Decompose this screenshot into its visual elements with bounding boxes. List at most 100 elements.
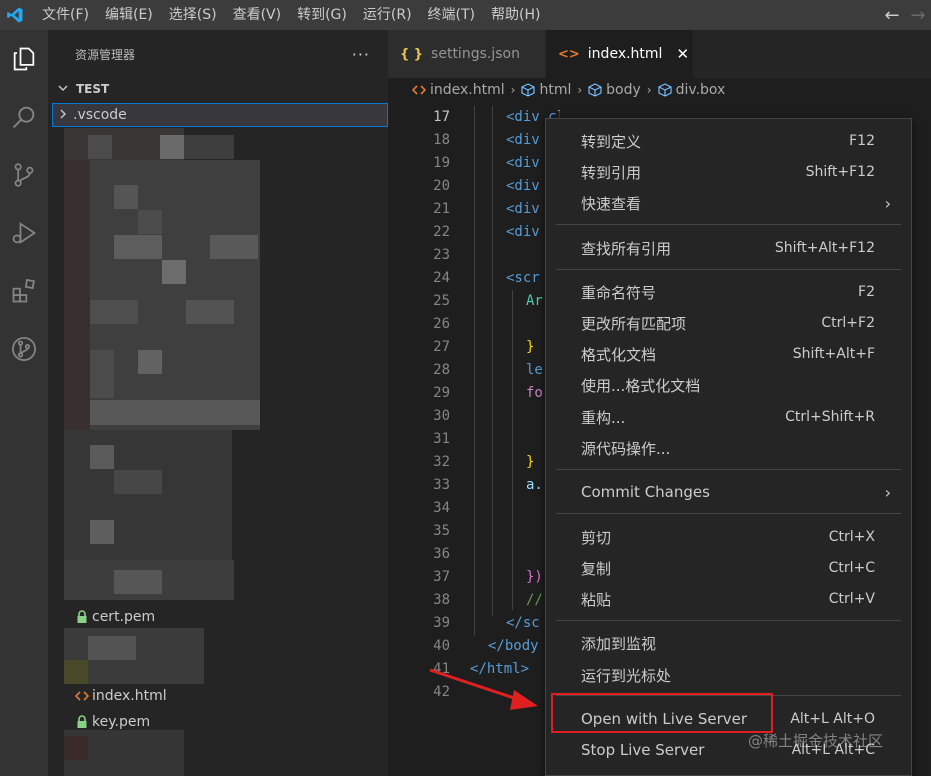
tree-item-label: index.html: [92, 688, 167, 704]
tab-index-html[interactable]: <> index.html ✕: [546, 30, 694, 78]
line-number: 28: [433, 362, 450, 378]
menu-item-paste[interactable]: 粘贴 Ctrl+V: [546, 584, 911, 614]
explorer-icon[interactable]: [0, 30, 48, 88]
line-number: 29: [433, 385, 450, 401]
menu-terminal[interactable]: 终端(T): [420, 0, 483, 30]
line-number: 34: [433, 500, 450, 516]
menu-bar: 文件(F) 编辑(E) 选择(S) 查看(V) 转到(G) 运行(R) 终端(T…: [34, 0, 548, 30]
git-graph-icon[interactable]: [0, 320, 48, 378]
menu-item-source-action[interactable]: 源代码操作...: [546, 433, 911, 463]
menu-item-go-to-definition[interactable]: 转到定义 F12: [546, 126, 911, 156]
close-icon[interactable]: ✕: [676, 45, 689, 63]
chevron-right-icon: ›: [510, 83, 516, 97]
line-number-gutter: 17 18 19 20 21 22 23 24 25 26 27 28 29 3…: [388, 106, 450, 704]
menu-separator: [556, 513, 901, 514]
keybinding: Shift+Alt+F12: [774, 240, 875, 256]
line-number: 32: [433, 454, 450, 470]
menu-item-cut[interactable]: 剪切 Ctrl+X: [546, 522, 911, 552]
menu-help[interactable]: 帮助(H): [483, 0, 548, 30]
breadcrumb-file[interactable]: index.html: [430, 82, 505, 98]
menu-selection[interactable]: 选择(S): [161, 0, 225, 30]
source-control-icon[interactable]: [0, 146, 48, 204]
menu-item-commit-changes[interactable]: Commit Changes ›: [546, 477, 911, 507]
tree-item-cert-pem[interactable]: cert.pem: [52, 605, 388, 629]
menu-item-label: 格式化文档: [581, 345, 657, 364]
menu-item-label: 查找所有引用: [581, 239, 672, 258]
keybinding: Ctrl+Shift+R: [785, 409, 875, 425]
extensions-icon[interactable]: [0, 262, 48, 320]
json-file-icon: { }: [400, 46, 424, 62]
tree-item-label: key.pem: [92, 714, 151, 730]
menu-item-add-to-watch[interactable]: 添加到监视: [546, 628, 911, 658]
tree-item-key-pem[interactable]: key.pem: [52, 710, 388, 734]
menu-item-label: 重命名符号: [581, 283, 657, 302]
activity-bar: [0, 30, 48, 776]
menu-item-go-to-references[interactable]: 转到引用 Shift+F12: [546, 157, 911, 187]
menu-view[interactable]: 查看(V): [225, 0, 290, 30]
menu-file[interactable]: 文件(F): [34, 0, 97, 30]
workspace-section-header[interactable]: TEST: [48, 78, 388, 100]
breadcrumb-body[interactable]: body: [606, 82, 641, 98]
menu-item-label: Stop Live Server: [581, 741, 705, 759]
keybinding: Shift+F12: [805, 164, 875, 180]
breadcrumb-div-box[interactable]: div.box: [676, 82, 726, 98]
menu-item-peek[interactable]: 快速查看 ›: [546, 188, 911, 218]
search-icon[interactable]: [0, 88, 48, 146]
line-number: 18: [433, 132, 450, 148]
keybinding: Shift+Alt+F: [792, 346, 875, 362]
menu-separator: [556, 620, 901, 621]
tree-item-label: .vscode: [73, 107, 127, 123]
keybinding: Ctrl+C: [828, 560, 875, 576]
menu-item-label: 更改所有匹配项: [581, 314, 687, 333]
menu-item-label: 使用...格式化文档: [581, 376, 701, 395]
menu-item-label: 粘贴: [581, 590, 612, 609]
menu-item-find-all-references[interactable]: 查找所有引用 Shift+Alt+F12: [546, 233, 911, 263]
line-number: 22: [433, 224, 450, 240]
forward-arrow-icon[interactable]: →: [905, 5, 931, 26]
tab-settings-json[interactable]: { } settings.json: [388, 30, 546, 78]
line-number: 35: [433, 523, 450, 539]
menu-item-label: 重构...: [581, 408, 626, 427]
back-arrow-icon[interactable]: ←: [879, 5, 905, 26]
chevron-right-icon: ›: [577, 83, 583, 97]
more-actions-icon[interactable]: ···: [352, 45, 370, 64]
menu-item-change-all-occurrences[interactable]: 更改所有匹配项 Ctrl+F2: [546, 308, 911, 338]
keybinding: Ctrl+F2: [821, 315, 875, 331]
keybinding: Ctrl+X: [828, 529, 875, 545]
line-number: 23: [433, 247, 450, 263]
workspace-name: TEST: [76, 82, 110, 96]
menu-go[interactable]: 转到(G): [289, 0, 355, 30]
html-file-icon: [72, 690, 92, 702]
menu-item-refactor[interactable]: 重构... Ctrl+Shift+R: [546, 402, 911, 432]
menu-item-label: 源代码操作...: [581, 439, 671, 458]
editor-context-menu: 转到定义 F12 转到引用 Shift+F12 快速查看 › 查找所有引用 Sh…: [545, 118, 912, 776]
breadcrumb-html[interactable]: html: [539, 82, 571, 98]
line-number: 40: [433, 638, 450, 654]
run-debug-icon[interactable]: [0, 204, 48, 262]
keybinding: F2: [858, 284, 875, 300]
menu-item-label: 快速查看: [581, 194, 642, 213]
chevron-right-icon: ›: [646, 83, 652, 97]
line-number: 24: [433, 270, 450, 286]
menu-item-label: Commit Changes: [581, 483, 710, 501]
explorer-sidebar: 资源管理器 ··· TEST .vscode cert.pem index.ht…: [48, 30, 388, 776]
line-number: 27: [433, 339, 450, 355]
menu-item-format-document[interactable]: 格式化文档 Shift+Alt+F: [546, 339, 911, 369]
tree-item-vscode-folder[interactable]: .vscode: [52, 103, 388, 127]
menu-item-run-to-cursor[interactable]: 运行到光标处: [546, 660, 911, 690]
menu-item-copy[interactable]: 复制 Ctrl+C: [546, 553, 911, 583]
tab-label: index.html: [587, 46, 663, 62]
menu-item-format-document-with[interactable]: 使用...格式化文档: [546, 370, 911, 400]
line-number: 21: [433, 201, 450, 217]
cube-icon: [521, 83, 536, 97]
tree-item-index-html[interactable]: index.html: [52, 684, 388, 708]
chevron-right-icon: [53, 108, 73, 122]
tab-label: settings.json: [431, 46, 520, 62]
keybinding: F12: [849, 133, 875, 149]
menu-edit[interactable]: 编辑(E): [97, 0, 161, 30]
menu-item-rename-symbol[interactable]: 重命名符号 F2: [546, 277, 911, 307]
html-file-icon: <>: [558, 46, 580, 62]
line-number: 39: [433, 615, 450, 631]
menu-run[interactable]: 运行(R): [355, 0, 420, 30]
title-bar: 文件(F) 编辑(E) 选择(S) 查看(V) 转到(G) 运行(R) 终端(T…: [0, 0, 931, 30]
